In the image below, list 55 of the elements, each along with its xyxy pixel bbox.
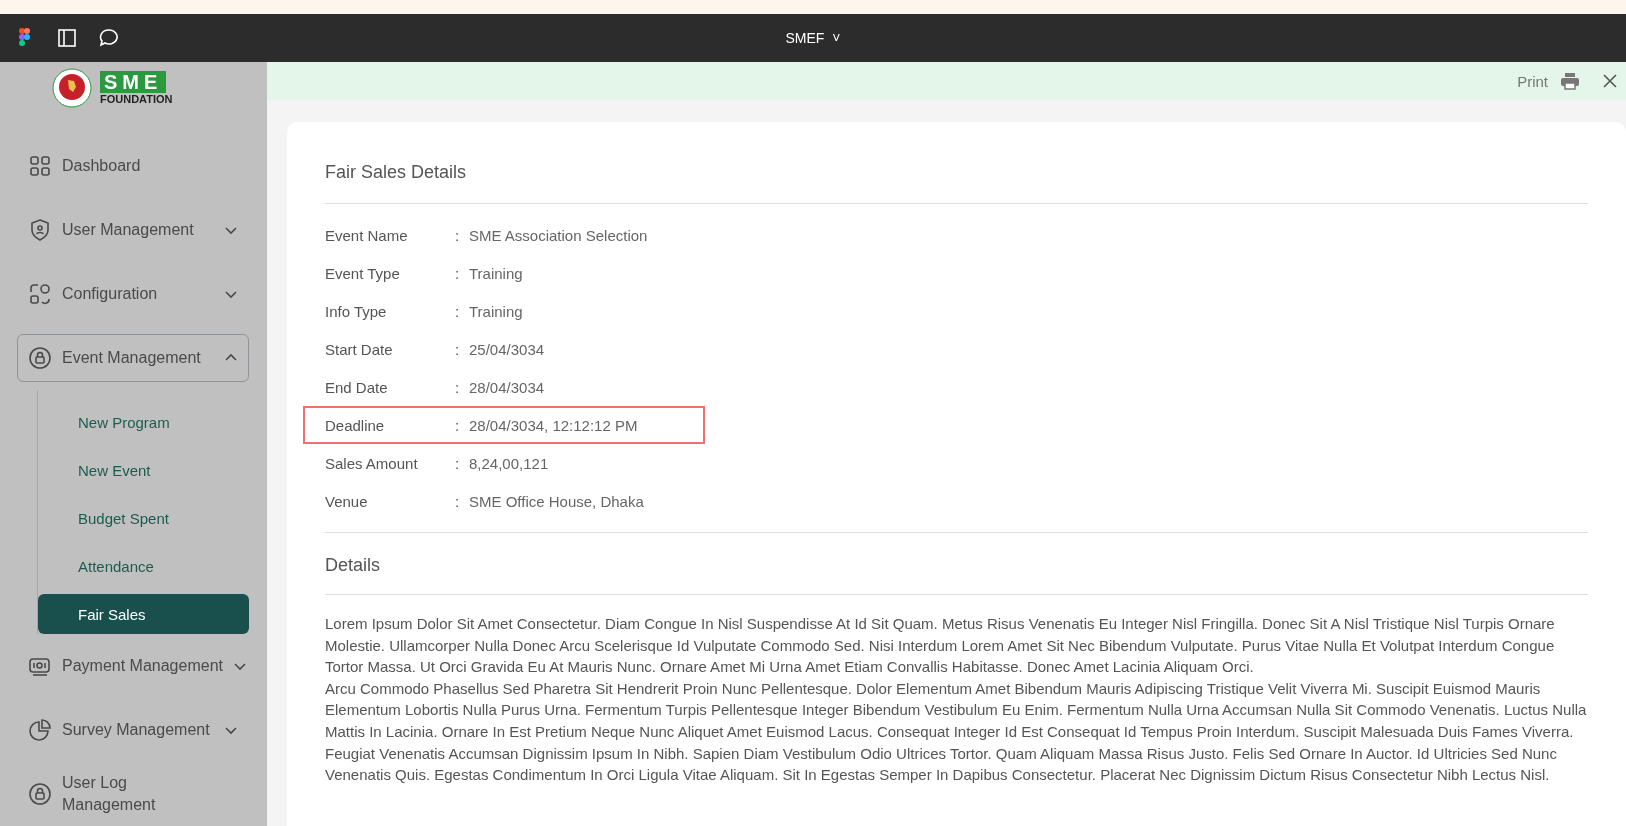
field-value: 28/04/3034, 12:12:12 PM <box>469 416 638 434</box>
comment-icon[interactable] <box>98 27 120 49</box>
field-label: Event Type <box>325 264 401 282</box>
field-label: Info Type <box>325 302 388 320</box>
submenu-item[interactable]: Budget Spent <box>38 494 249 542</box>
field-label: Deadline <box>325 416 386 434</box>
sidebar-item[interactable]: Payment Management <box>17 634 249 698</box>
printer-icon <box>1560 71 1580 91</box>
sidebar-item[interactable]: Dashboard <box>17 134 249 198</box>
field-value: Training <box>469 302 523 320</box>
submenu-item[interactable]: New Event <box>38 446 249 494</box>
field-value: SME Office House, Dhaka <box>469 492 644 510</box>
shapes-icon <box>28 282 52 306</box>
field-label: End Date <box>325 378 389 396</box>
details-paragraph: Lorem Ipsum Dolor Sit Amet Consectetur. Diam Congue In Nisl Suspendisse At Id Sit Quam. Metus Risus Venenatis Eu Integer Nisl Fringilla. Donec Sit A Nisl Tristique Nisl Turpis Ornare Molestie. Ullamcorper Nulla Donec Arcu Scelerisque Id Vulputate Commodo Sed. Nisi Interdum Lorem Amet Sit Nec Bibendum Vulputate. Purus Vitae Nulla Et Volutpat Interdum Congue Tortor Massa. Ut Orci Gravida Eu At Mauris Nunc. Ornare Amet Mi Urna Amet Etiam Convallis Habitasse. Donec Amet Lacinia Aliquam Orci. <box>325 614 1556 678</box>
grid-icon <box>28 154 52 178</box>
shield-icon <box>28 218 52 242</box>
logo-subtitle: FOUNDATION <box>100 93 173 105</box>
file-title-menu[interactable]: SMEF ˅ <box>785 30 841 46</box>
field-separator: : <box>455 378 461 396</box>
close-icon[interactable] <box>1602 73 1618 89</box>
sidebar-item[interactable]: Configuration <box>17 262 249 326</box>
field-value: SME Association Selection <box>469 226 648 244</box>
field-separator: : <box>455 492 461 510</box>
field-label: Venue <box>325 492 369 510</box>
sidebar-item[interactable]: User Log Management <box>17 762 249 826</box>
section-title: Details <box>325 555 382 576</box>
print-button[interactable]: Print <box>1517 71 1580 91</box>
field-label: Start Date <box>325 340 394 358</box>
field-value: 8,24,00,121 <box>469 454 549 472</box>
field-value: 25/04/3034 <box>469 340 545 358</box>
sidebar-item[interactable]: Event Management <box>17 334 249 382</box>
submenu-item[interactable]: New Program <box>38 398 249 446</box>
field-separator: : <box>455 454 461 472</box>
submenu-item[interactable]: Fair Sales <box>38 594 249 634</box>
lock-icon <box>28 782 52 806</box>
pie-icon <box>28 718 52 742</box>
field-label: Sales Amount <box>325 454 419 472</box>
details-paragraph: Arcu Commodo Phasellus Sed Pharetra Sit Hendrerit Proin Nunc Pellentesque. Dolor Elementum Amet Bibendum Mauris Adipiscing Tristique Velit Viverra Mi. Suscipit Euismod Mauris Elementum Lobortis Nulla Purus Urna. Fermentum Turpis Pellentesque Integer Bibendum Vestibulum Eu Enim. Fermentum Nulla Urna Accumsan Nulla Sit Commodo Venenatis. Luctus Nulla Mattis In Lacinia. Ornare In Est Pretium Neque Nunc Aliquet Amet Euismod Lacus. Consequat Integer Id Est Consequat Id Tempus Proin Interdum. Suscipit Malesuada Duis Fames Viverra. Feugiat Venenatis Accumsan Dignissim Ipsum In Nibh. Sapien Diam Vestibulum Odio Ultrices Tortor. Quam Aliquam Massa Risus Justo. Felis Sed Ornare In Auctor. Id Ultricies Sed Nunc Venenatis Quis. Egestas Condimentum In Orci Ligula Vitae Aliquam. Sit In Egestas Semper In Dapibus Consectetur. Placerat Nec Dignissim Dictum Risus Consectetur Nibh Lectus Nisl. <box>325 678 1588 786</box>
card-title: Fair Sales Details <box>325 162 1588 204</box>
emblem-icon <box>52 68 92 108</box>
field-separator: : <box>455 226 461 244</box>
field-separator: : <box>455 416 461 434</box>
field-separator: : <box>455 302 461 320</box>
field-value: Training <box>469 264 523 282</box>
logo-wordmark: SME <box>100 71 167 93</box>
submenu-item[interactable]: Attendance <box>38 542 249 590</box>
field-separator: : <box>455 264 461 282</box>
lock-icon <box>28 346 52 370</box>
sidebar-toggle-icon[interactable] <box>56 27 78 49</box>
field-separator: : <box>455 340 461 358</box>
sidebar-item[interactable]: Survey Management <box>17 698 249 762</box>
field-label: Event Name <box>325 226 409 244</box>
field-value: 28/04/3034 <box>469 378 545 396</box>
sidebar-item[interactable]: User Management <box>17 198 249 262</box>
